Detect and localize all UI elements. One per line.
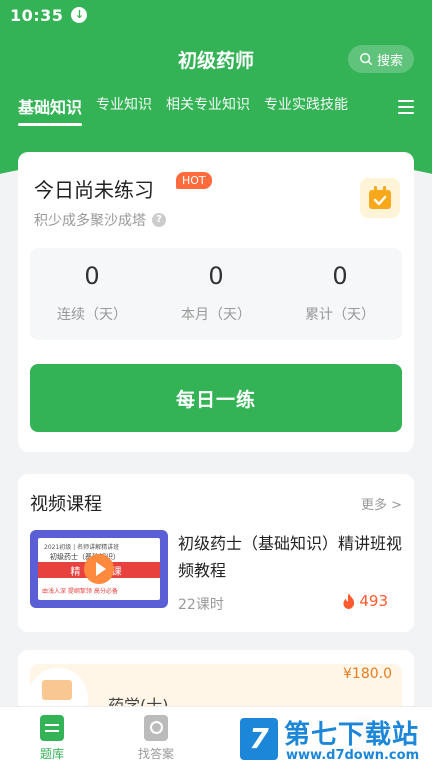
video-course-card: 视频课程 更多 > 2021初级 | 名师讲解精讲班 初级药士（基础知识） 精讲… [18,474,414,632]
more-link[interactable]: 更多 > [361,494,402,513]
practice-title: 今日尚未练习 [34,178,154,202]
course-price: ¥180.0 [343,666,392,682]
stat-label: 连续（天） [57,307,127,323]
stat-this-month: 0 本月（天） [154,248,278,340]
popularity-count: 493 [359,592,388,610]
search-icon [360,53,373,66]
nav-label: 找答案 [137,747,174,761]
daily-practice-card: 今日尚未练习 HOT 积少成多聚沙成塔 ? 0 连续（天） 0 本月（天） 0 … [18,152,414,452]
thumbnail-top-text: 2021初级 | 名师讲解精讲班 [44,544,120,551]
stat-value: 0 [332,262,348,290]
stat-value: 0 [208,262,224,290]
flame-icon [343,593,355,609]
daily-practice-button[interactable]: 每日一练 [30,364,402,432]
search-label: 搜索 [376,53,403,69]
stat-value: 0 [84,262,100,290]
tab-professional-knowledge[interactable]: 专业知识 [96,94,152,114]
calendar-check-icon [369,186,391,209]
search-button[interactable]: 搜索 [348,45,414,73]
download-icon: ↓ [71,7,88,23]
title-bar: 初级药师 搜索 [0,40,432,76]
status-bar: 10:35 ↓ [0,0,432,30]
video-thumbnail[interactable]: 2021初级 | 名师讲解精讲班 初级药士（基础知识） 精讲 课 由浅入深 提纲… [30,530,168,608]
stat-label: 累计（天） [305,307,375,323]
watermark: 7 第七下载站 www.d7down.com [238,714,428,768]
nav-find-answer[interactable]: 找答案 [104,707,208,768]
video-section-title: 视频课程 [30,494,102,515]
practice-stats: 0 连续（天） 0 本月（天） 0 累计（天） [30,248,402,340]
watermark-url: www.d7down.com [286,748,420,763]
subject-tabs: 基础知识 专业知识 相关专业知识 专业实践技能 [0,94,432,128]
status-time: 10:35 [10,5,64,25]
popularity: 493 [342,592,388,610]
stat-consecutive: 0 连续（天） [30,248,154,340]
tab-practice-skills[interactable]: 专业实践技能 [264,94,348,114]
help-icon[interactable]: ? [152,213,166,227]
menu-icon[interactable] [398,100,414,118]
video-title[interactable]: 初级药士（基础知识）精讲班视频教程 [178,530,402,584]
practice-subtitle-text: 积少成多聚沙成塔 [34,213,146,229]
watermark-logo: 7 [240,718,278,760]
stat-total: 0 累计（天） [278,248,402,340]
find-answer-icon [144,715,168,741]
tab-related-knowledge[interactable]: 相关专业知识 [166,94,250,114]
document-icon [40,715,64,741]
nav-question-bank[interactable]: 题库 [0,707,104,768]
lesson-count: 22课时 [178,597,224,613]
practice-subtitle: 积少成多聚沙成塔 ? [34,210,166,230]
thumbnail-bottom-text: 由浅入深 提纲挈领 高分必备 [42,588,118,595]
play-icon[interactable] [84,554,114,584]
tab-basic-knowledge[interactable]: 基础知识 [18,94,83,126]
watermark-title: 第七下载站 [284,720,420,750]
calendar-icon[interactable] [360,178,400,218]
hot-badge: HOT [176,172,212,189]
folder-icon [42,680,72,700]
nav-label: 题库 [39,747,64,761]
stat-label: 本月（天） [181,307,251,323]
